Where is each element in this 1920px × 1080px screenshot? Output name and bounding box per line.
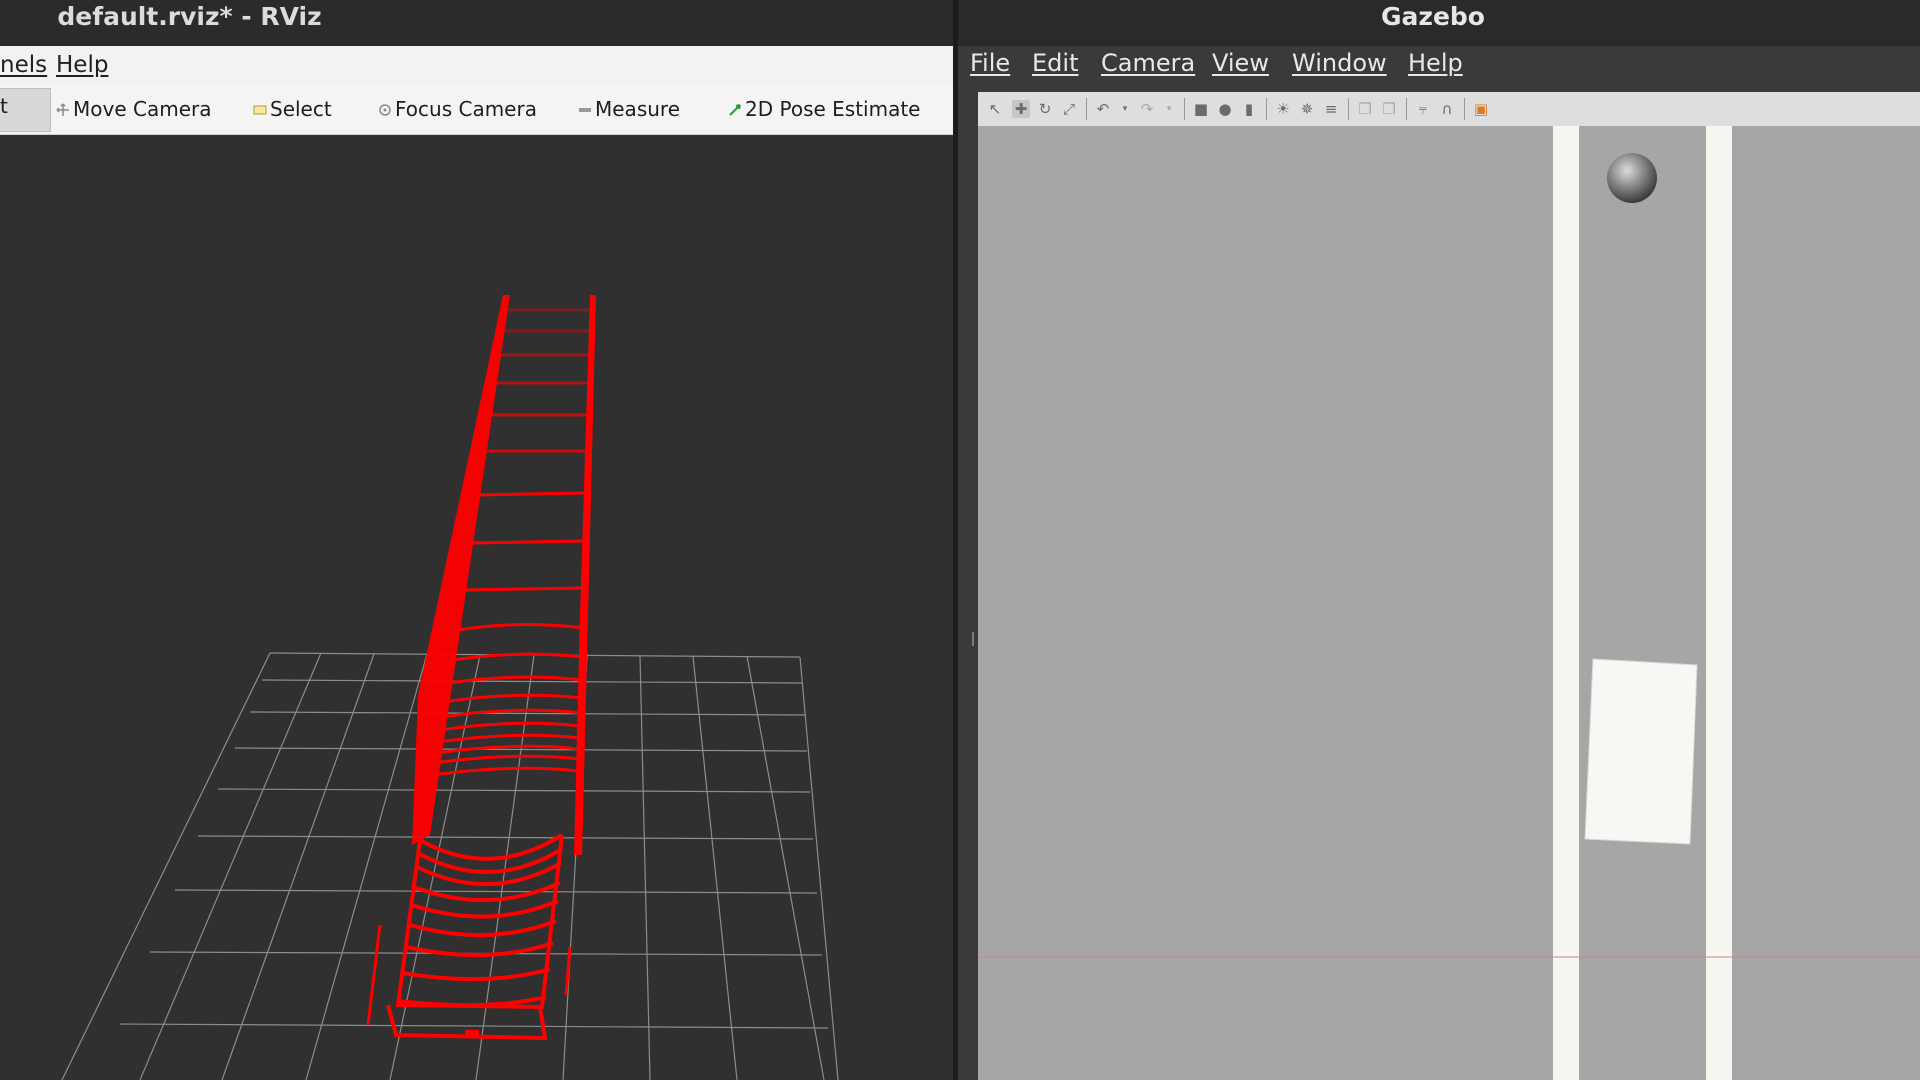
rviz-title-bar: default.rviz* - RViz <box>0 0 953 46</box>
undo-dropdown-icon[interactable]: ▾ <box>1116 100 1134 118</box>
focus-camera-label: Focus Camera <box>395 97 537 121</box>
directional-light-icon[interactable]: ≡ <box>1322 100 1340 118</box>
translate-icon[interactable]: ✚ <box>1012 100 1030 118</box>
rviz-window: default.rviz* - RViz nels Help t Move Ca… <box>0 0 953 1080</box>
menu-file[interactable]: File <box>970 46 1010 92</box>
2d-pose-estimate-label: 2D Pose Estimate <box>745 97 921 121</box>
rviz-3d-viewport[interactable] <box>0 135 953 1080</box>
redo-icon[interactable]: ↷ <box>1138 100 1156 118</box>
menu-window[interactable]: Window <box>1292 46 1387 92</box>
move-camera-icon <box>56 103 69 116</box>
rviz-tools-toolbar: t Move Camera Select Focus Camera Measur… <box>0 84 953 135</box>
focus-camera-tool[interactable]: Focus Camera <box>378 90 537 128</box>
gazebo-toolbar: ↖ ✚ ↻ ⤢ ↶ ▾ ↷ ▾ ■ ● ▮ ☀ ✵ ≡ ❐ ❐ ⫧ ∩ ▣ <box>978 92 1920 127</box>
box-shape-icon[interactable]: ■ <box>1192 100 1210 118</box>
select-tool[interactable]: Select <box>253 90 332 128</box>
menu-help[interactable]: Help <box>1408 46 1463 92</box>
2d-pose-estimate-tool[interactable]: 2D Pose Estimate <box>728 90 921 128</box>
measure-icon <box>579 108 591 112</box>
menu-edit[interactable]: Edit <box>1032 46 1078 92</box>
select-label: Select <box>270 97 332 121</box>
move-camera-label: Move Camera <box>73 97 212 121</box>
select-icon <box>253 105 267 115</box>
toolbar-separator <box>1464 98 1465 120</box>
robot-box-model[interactable] <box>1584 658 1698 845</box>
gazebo-window-title: Gazebo <box>1381 2 1485 31</box>
laser-scan-fragment <box>465 1030 479 1038</box>
gazebo-left-panel-collapsed[interactable] <box>958 92 978 1080</box>
pose-arrow-icon <box>729 104 741 116</box>
redo-dropdown-icon[interactable]: ▾ <box>1160 100 1178 118</box>
spot-light-icon[interactable]: ✵ <box>1298 100 1316 118</box>
snap-icon[interactable]: ∩ <box>1438 100 1456 118</box>
focus-camera-icon <box>379 104 391 116</box>
sphere-shape-icon[interactable]: ● <box>1216 100 1234 118</box>
move-camera-tool[interactable]: Move Camera <box>56 90 211 128</box>
gazebo-title-bar: Gazebo <box>958 0 1920 46</box>
scale-icon[interactable]: ⤢ <box>1060 100 1078 118</box>
interact-tool-label: t <box>0 94 8 118</box>
rviz-window-title: default.rviz* - RViz <box>57 2 322 31</box>
gazebo-3d-scene[interactable] <box>978 126 1920 1080</box>
screenshot-icon[interactable]: ▣ <box>1472 100 1490 118</box>
ground-plane <box>978 126 1920 1080</box>
measure-tool[interactable]: Measure <box>578 90 680 128</box>
toolbar-separator <box>1348 98 1349 120</box>
toolbar-separator <box>1406 98 1407 120</box>
gazebo-world <box>978 126 1920 1080</box>
menu-help[interactable]: Help <box>56 46 108 84</box>
left-corridor-wall <box>1553 126 1579 1080</box>
laser-scan-near-field <box>366 833 572 1041</box>
menu-panels[interactable]: nels <box>0 46 47 84</box>
rotate-icon[interactable]: ↻ <box>1036 100 1054 118</box>
menu-view[interactable]: View <box>1212 46 1269 92</box>
gazebo-window: Gazebo File Edit Camera View Window Help… <box>958 0 1920 1080</box>
rviz-menu-bar: nels Help <box>0 46 953 85</box>
sphere-obstacle[interactable] <box>1607 153 1657 203</box>
toolbar-separator <box>1184 98 1185 120</box>
undo-icon[interactable]: ↶ <box>1094 100 1112 118</box>
panel-resize-handle[interactable] <box>972 632 974 646</box>
menu-camera[interactable]: Camera <box>1101 46 1195 92</box>
toolbar-separator <box>1086 98 1087 120</box>
toolbar-separator <box>1266 98 1267 120</box>
select-arrow-icon[interactable]: ↖ <box>986 100 1004 118</box>
right-corridor-wall <box>1706 126 1732 1080</box>
point-light-icon[interactable]: ☀ <box>1274 100 1292 118</box>
cylinder-shape-icon[interactable]: ▮ <box>1240 100 1258 118</box>
rviz-scene <box>61 295 839 1080</box>
gazebo-menu-bar: File Edit Camera View Window Help <box>958 46 1920 92</box>
copy-icon[interactable]: ❐ <box>1356 100 1374 118</box>
interact-tool-button[interactable]: t <box>0 88 51 132</box>
measure-label: Measure <box>595 97 680 121</box>
align-icon[interactable]: ⫧ <box>1414 100 1432 118</box>
paste-icon[interactable]: ❐ <box>1380 100 1398 118</box>
